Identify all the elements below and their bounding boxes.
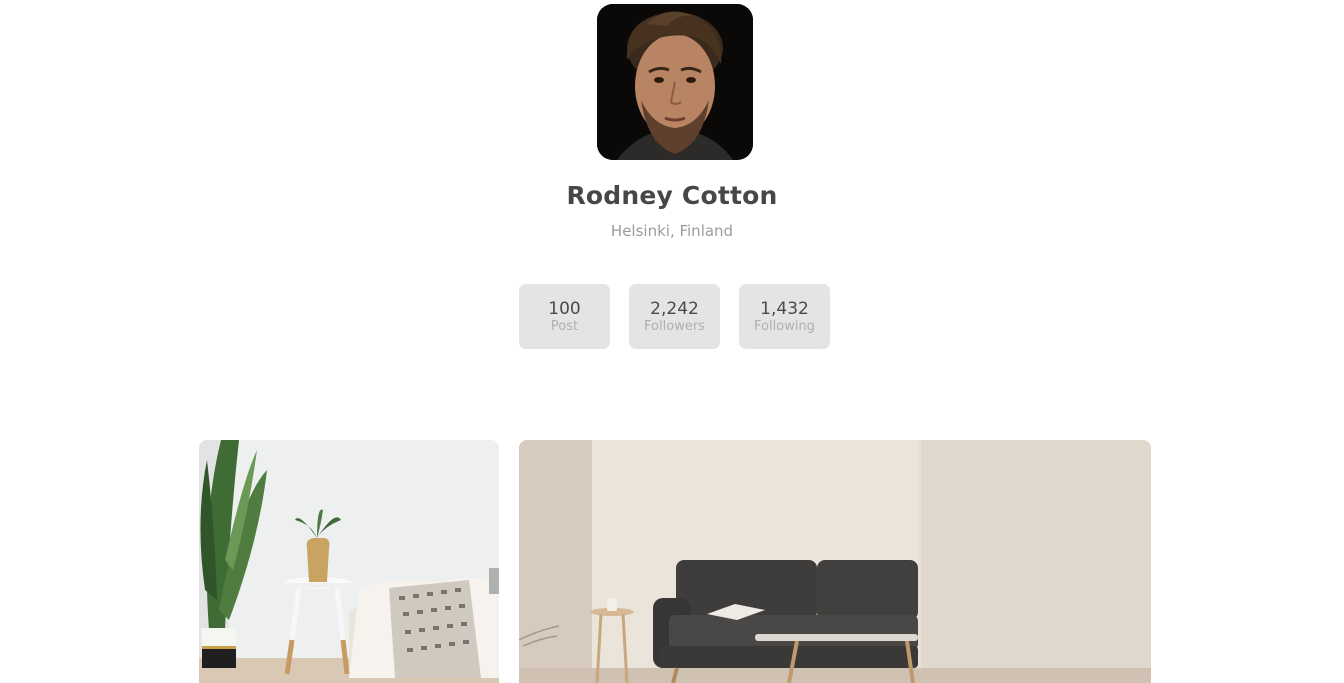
- profile-stats: 100 Post 2,242 Followers 1,432 Following: [519, 284, 830, 349]
- profile-name: Rodney Cotton: [566, 181, 778, 210]
- stat-followers-label: Followers: [644, 319, 705, 334]
- stat-followers-value: 2,242: [650, 299, 699, 319]
- profile-page: Rodney Cotton Helsinki, Finland 100 Post…: [0, 0, 1344, 683]
- stat-posts-label: Post: [550, 319, 579, 334]
- stat-followers[interactable]: 2,242 Followers: [629, 284, 720, 349]
- stat-following-value: 1,432: [760, 299, 809, 319]
- stat-following[interactable]: 1,432 Following: [739, 284, 830, 349]
- gallery-photo-1[interactable]: [199, 440, 499, 683]
- stat-following-label: Following: [754, 319, 815, 334]
- stat-posts[interactable]: 100 Post: [519, 284, 610, 349]
- avatar[interactable]: [597, 4, 753, 160]
- stat-posts-value: 100: [548, 299, 581, 319]
- profile-location: Helsinki, Finland: [610, 222, 734, 240]
- gallery-photo-2[interactable]: [519, 440, 1151, 683]
